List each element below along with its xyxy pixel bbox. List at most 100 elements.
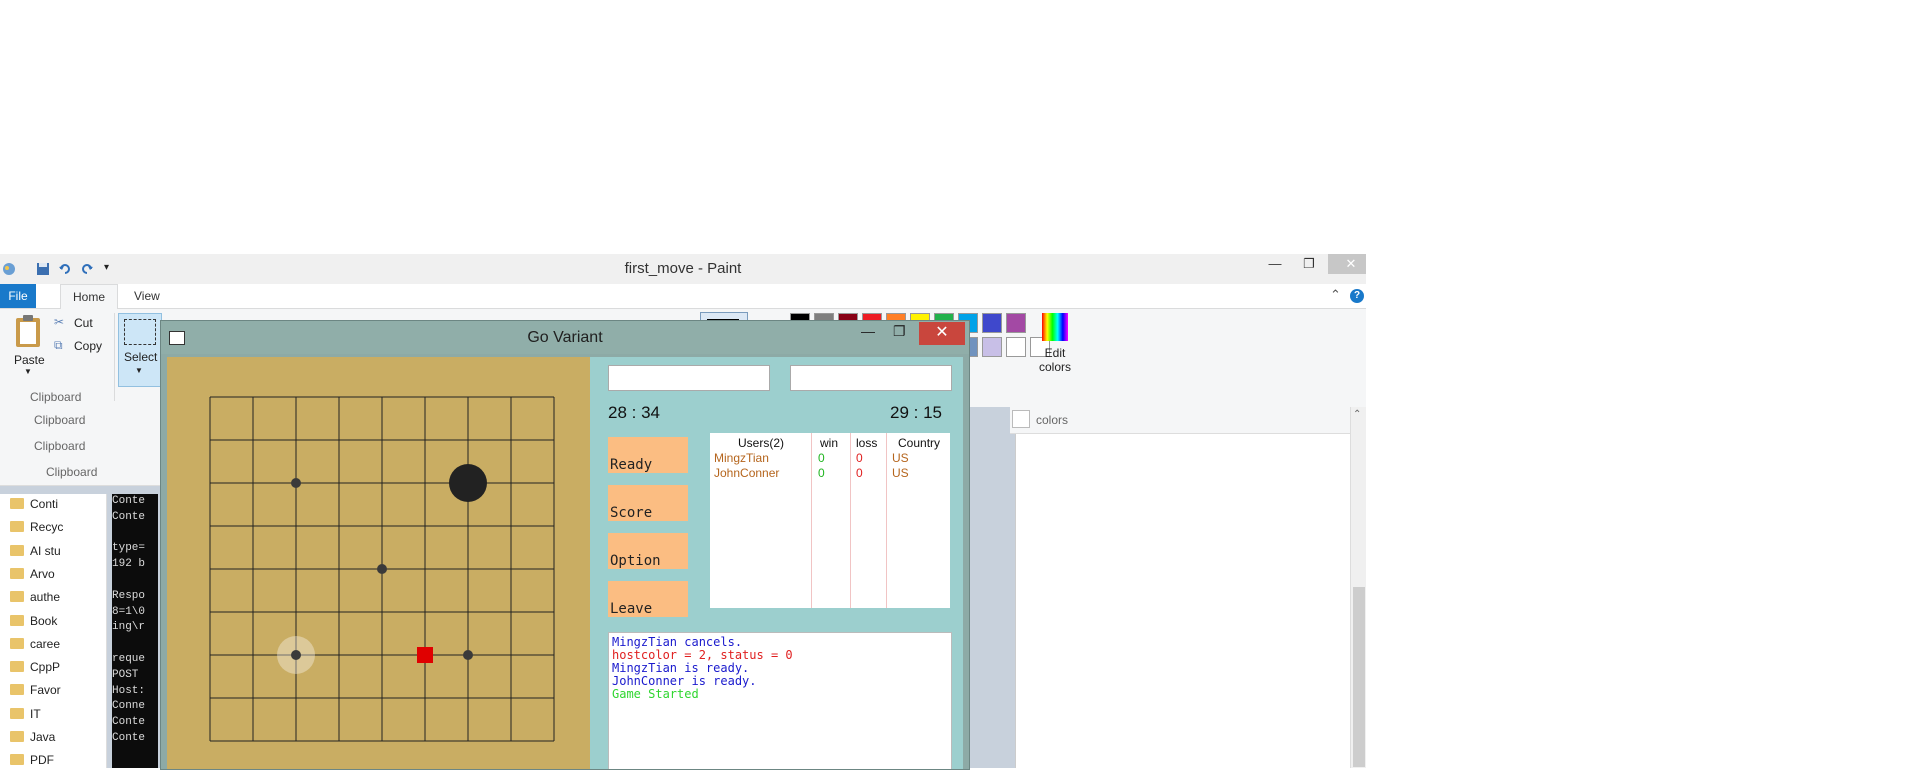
console-line: Conte	[112, 510, 146, 523]
star-point	[291, 478, 301, 488]
scroll-up-icon[interactable]: ⌃	[1353, 409, 1361, 420]
ready-button[interactable]: Ready	[608, 437, 688, 473]
stone	[449, 464, 487, 502]
cut-label: Cut	[74, 316, 93, 330]
explorer-item[interactable]: authe	[10, 587, 106, 607]
help-icon[interactable]: ?	[1350, 289, 1364, 303]
go-title-bar: Go Variant — ❐ ✕	[161, 321, 969, 354]
message-log[interactable]: MingzTian cancels. hostcolor = 2, status…	[608, 632, 952, 769]
user-loss: 0	[856, 451, 863, 465]
explorer-item[interactable]: Java	[10, 727, 106, 747]
explorer-item-label: PDF	[30, 753, 54, 768]
last-move-marker	[417, 647, 433, 663]
console-window: Conte Conte type= 192 b Respo 8=1\0 ing\r reque…	[112, 494, 158, 768]
explorer-item[interactable]: Recyc	[10, 517, 106, 537]
table-row[interactable]: JohnConner 0 0 US	[710, 466, 950, 481]
user-name: MingzTian	[714, 451, 769, 465]
user-country: US	[892, 466, 909, 480]
console-line: Conte	[112, 731, 146, 744]
restore-button[interactable]: ❐	[1292, 254, 1326, 276]
user-country: US	[892, 451, 909, 465]
scissors-icon: ✂	[54, 315, 65, 329]
go-board[interactable]	[167, 357, 590, 769]
paste-button[interactable]: Paste ▼	[10, 314, 46, 380]
side-panel: 28 : 34 29 : 15 Ready Score Option Leave…	[590, 357, 963, 769]
explorer-item-label: Favor	[30, 683, 61, 698]
folder-icon	[10, 498, 24, 509]
color-swatch[interactable]	[1006, 313, 1026, 333]
explorer-item[interactable]: Favor	[10, 680, 106, 700]
explorer-item[interactable]: CppP	[10, 657, 106, 677]
copy-label: Copy	[74, 339, 103, 353]
explorer-item[interactable]: AI stu	[10, 541, 106, 561]
paste-label: Paste	[14, 353, 45, 367]
console-line: ing\r	[112, 621, 146, 634]
tab-home[interactable]: Home	[60, 284, 119, 310]
explorer-item-label: caree	[30, 636, 61, 651]
vertical-scrollbar[interactable]: ⌃	[1350, 407, 1366, 768]
explorer-item-label: Arvo	[30, 566, 55, 581]
explorer-item[interactable]: Book	[10, 611, 106, 631]
leave-button[interactable]: Leave	[608, 581, 688, 617]
log-line: JohnConner is ready.	[612, 674, 757, 688]
explorer-item[interactable]: Arvo	[10, 564, 106, 584]
paint-close-button[interactable]: ✕	[1328, 254, 1366, 274]
folder-icon	[10, 637, 24, 649]
star-point	[291, 650, 301, 660]
explorer-item-label: CppP	[30, 660, 61, 675]
users-table: Users(2) win loss Country MingzTian 0 0 …	[710, 433, 950, 608]
go-minimize-button[interactable]: —	[861, 323, 875, 339]
explorer-item-label: Java	[30, 730, 56, 744]
explorer-item-label: AI stu	[30, 543, 61, 558]
explorer-item[interactable]: Conti	[10, 494, 106, 514]
color-swatch[interactable]	[982, 313, 1002, 333]
go-maximize-button[interactable]: ❐	[893, 323, 906, 340]
background-colors-label: colors	[1036, 413, 1069, 427]
scrollbar-thumb[interactable]	[1353, 587, 1365, 767]
go-variant-window: Go Variant — ❐ ✕ 28 : 34 29 : 15 Ready S…	[160, 320, 970, 770]
user-name: JohnConner	[714, 466, 780, 480]
minimize-button[interactable]: —	[1258, 254, 1292, 276]
folder-icon	[10, 731, 24, 742]
folder-icon	[10, 544, 24, 556]
log-line: MingzTian cancels.	[612, 635, 743, 649]
copy-icon: ⧉	[54, 338, 63, 352]
select-dropdown-icon: ▼	[135, 366, 143, 375]
background-window-content	[1015, 434, 1351, 768]
tab-file[interactable]: File	[0, 284, 36, 308]
ribbon-separator	[114, 313, 115, 401]
tab-view[interactable]: View	[122, 284, 172, 308]
player1-timer: 28 : 34	[608, 403, 660, 422]
edit-colors-label: Edit colors	[1038, 346, 1071, 374]
explorer-item[interactable]: IT	[10, 704, 106, 724]
console-line: Conte	[112, 495, 146, 507]
score-label: Score	[610, 505, 653, 521]
console-line: 8=1\0	[112, 605, 146, 618]
go-close-button[interactable]: ✕	[919, 322, 965, 345]
explorer-item[interactable]: caree	[10, 634, 106, 654]
ribbon-tabs: File Home View ⌃ ?	[0, 284, 1366, 310]
header-users: Users(2)	[738, 436, 785, 450]
color-swatch[interactable]	[1006, 337, 1026, 357]
console-line: Conne	[112, 700, 146, 713]
header-loss: loss	[856, 436, 878, 450]
option-button[interactable]: Option	[608, 533, 688, 569]
table-row[interactable]: MingzTian 0 0 US	[710, 451, 950, 466]
ready-label: Ready	[610, 457, 653, 473]
board-panel	[167, 357, 590, 769]
collapse-ribbon-icon[interactable]: ⌃	[1330, 287, 1341, 303]
edit-colors-button[interactable]: Edit colors	[1034, 311, 1074, 381]
select-button[interactable]: Select ▼	[118, 313, 162, 387]
folder-icon	[10, 591, 24, 603]
score-button[interactable]: Score	[608, 485, 688, 521]
console-line: Respo	[112, 589, 146, 602]
explorer-item[interactable]: PDF	[10, 750, 106, 768]
paste-dropdown-icon[interactable]: ▼	[24, 367, 32, 376]
console-line: reque	[112, 652, 146, 665]
player1-name-box	[608, 365, 770, 391]
explorer-item-label: Book	[30, 613, 58, 628]
console-line: POST	[112, 668, 139, 681]
folder-icon	[10, 661, 24, 673]
color-swatch[interactable]	[982, 337, 1002, 357]
background-ribbon-1: Clipboard	[0, 407, 160, 434]
